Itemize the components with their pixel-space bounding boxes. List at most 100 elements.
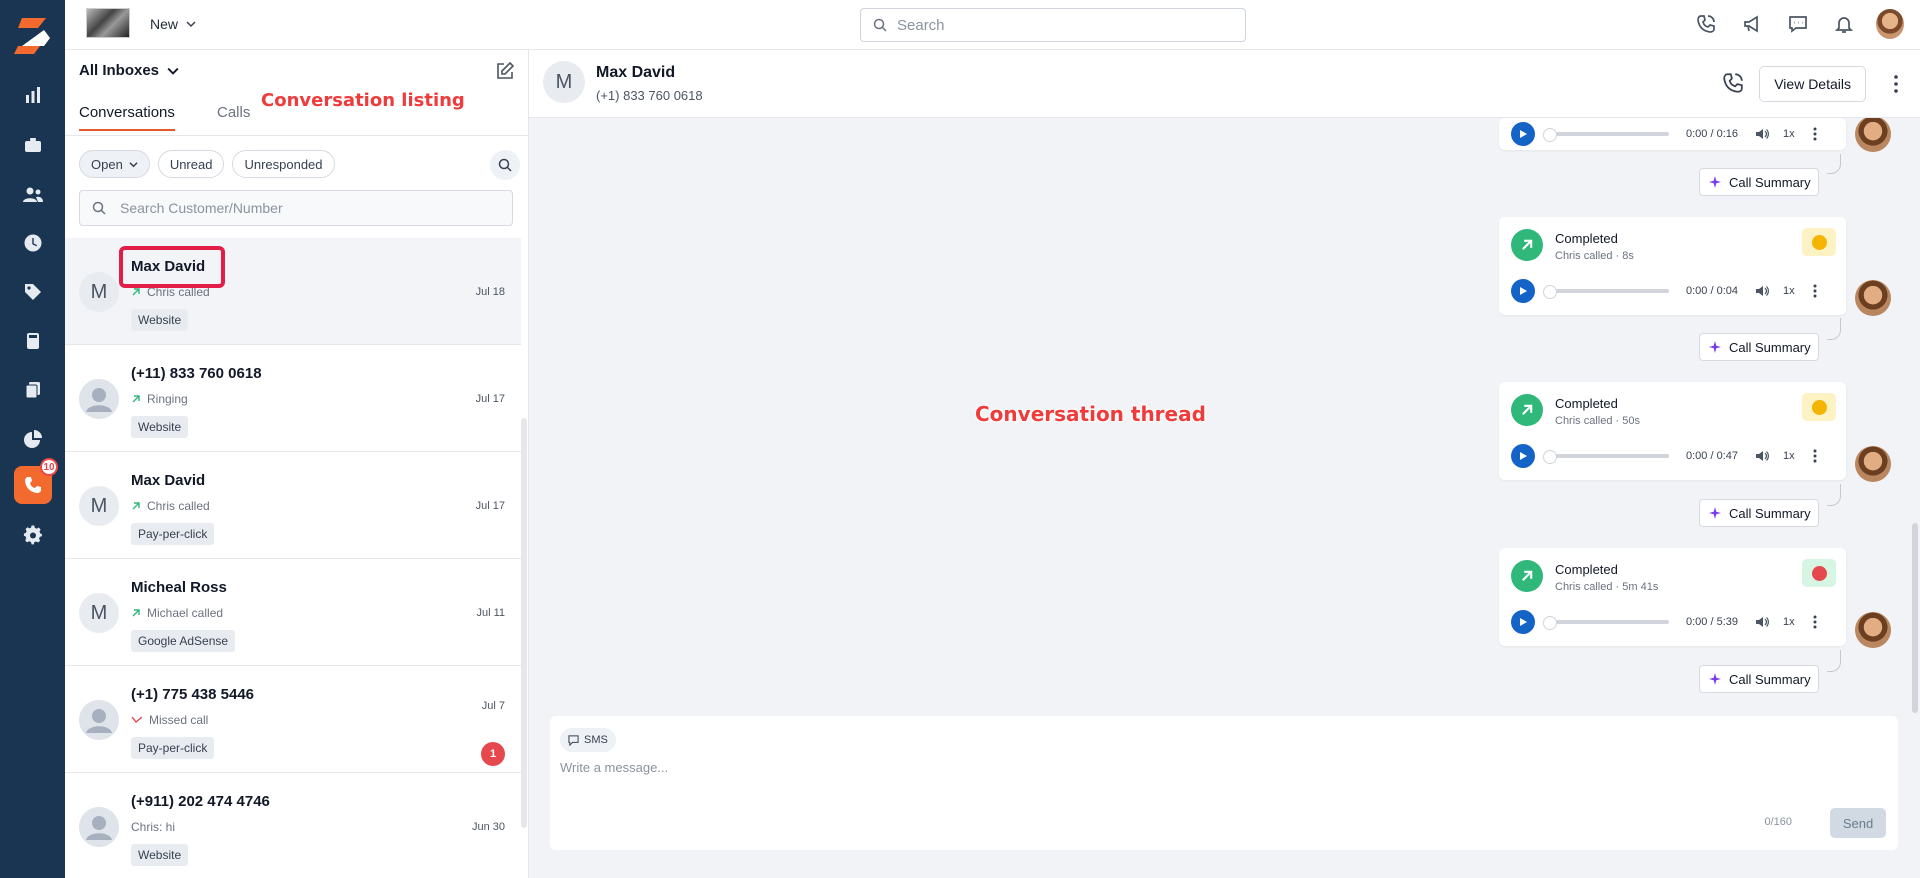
tab-conversations[interactable]: Conversations (79, 104, 175, 131)
megaphone-icon[interactable] (1738, 10, 1766, 38)
compose-edit-icon[interactable] (494, 60, 516, 82)
more-options-icon[interactable] (1813, 127, 1817, 141)
message-input[interactable]: Write a message... (560, 760, 668, 775)
tab-calls[interactable]: Calls (217, 104, 250, 129)
filter-unread[interactable]: Unread (157, 150, 225, 178)
more-options-icon[interactable] (1813, 615, 1817, 629)
last-activity: Michael called (147, 606, 224, 620)
calls-nav-icon[interactable]: 10 (14, 458, 58, 504)
play-button[interactable] (1511, 444, 1535, 468)
tag-icon[interactable] (0, 271, 65, 313)
call-summary-button[interactable]: Call Summary (1699, 333, 1819, 361)
play-button[interactable] (1511, 610, 1535, 634)
volume-icon[interactable] (1754, 126, 1770, 142)
call-summary-button[interactable]: Call Summary (1699, 665, 1819, 693)
outgoing-call-arrow-icon (132, 288, 140, 296)
clock-icon[interactable] (0, 222, 65, 264)
call-summary-label: Call Summary (1729, 505, 1811, 521)
playback-speed[interactable]: 1x (1783, 285, 1795, 297)
audio-time: 0:00 / 5:39 (1686, 616, 1738, 628)
playback-speed[interactable]: 1x (1783, 616, 1795, 628)
conversation-item[interactable]: (+1) 775 438 5446 Missed call Pay-per-cl… (65, 666, 521, 773)
play-button[interactable] (1511, 122, 1535, 146)
missed-call-icon (131, 716, 143, 723)
call-summary-button[interactable]: Call Summary (1699, 168, 1819, 196)
conversation-item[interactable]: M Micheal Ross Michael called Google AdS… (65, 559, 521, 666)
channel-selector[interactable]: SMS (560, 728, 616, 752)
calls-badge: 10 (40, 458, 58, 476)
documents-icon[interactable] (0, 369, 65, 411)
workspace-thumbnail[interactable] (86, 8, 130, 38)
new-button[interactable]: New (150, 16, 196, 32)
sentiment-neutral-icon (1802, 393, 1836, 421)
calculator-icon[interactable] (0, 320, 65, 362)
global-search-input[interactable]: Search (860, 8, 1246, 42)
audio-progress-slider[interactable] (1543, 128, 1669, 142)
chat-icon[interactable] (1784, 10, 1812, 38)
audio-time: 0:00 / 0:16 (1686, 128, 1738, 140)
conversation-thread: Conversation thread 0:00 / 0:16 1x Call … (529, 118, 1920, 708)
call-contact-icon[interactable] (1722, 72, 1744, 94)
call-summary-button[interactable]: Call Summary (1699, 499, 1819, 527)
briefcase-icon[interactable] (0, 124, 65, 166)
inbox-selector[interactable]: All Inboxes (79, 62, 179, 79)
audio-progress-slider[interactable] (1543, 616, 1669, 630)
sparkle-icon (1709, 673, 1721, 685)
list-search-icon[interactable] (490, 150, 520, 180)
user-avatar[interactable] (1876, 9, 1904, 39)
volume-icon[interactable] (1754, 448, 1770, 464)
unread-count-badge: 1 (481, 742, 505, 766)
conversation-item[interactable]: (+911) 202 474 4746 Chris: hi Website Ju… (65, 773, 521, 878)
audio-progress-slider[interactable] (1543, 450, 1669, 464)
filter-unresponded[interactable]: Unresponded (232, 150, 335, 178)
sparkle-icon (1709, 507, 1721, 519)
outgoing-call-icon (1511, 394, 1543, 426)
call-card: Completed Chris called · 50s 0:00 / 0:47… (1499, 382, 1846, 480)
status-filter-open[interactable]: Open (79, 150, 150, 178)
playback-speed[interactable]: 1x (1783, 450, 1795, 462)
last-activity: Ringing (147, 392, 188, 406)
conversation-item[interactable]: M Max David Chris called Website Jul 18 (65, 238, 521, 345)
more-options-icon[interactable] (1813, 284, 1817, 298)
send-button[interactable]: Send (1830, 808, 1886, 838)
thread-scrollbar[interactable] (1912, 523, 1918, 713)
pie-chart-icon[interactable] (0, 418, 65, 460)
audio-time: 0:00 / 0:47 (1686, 450, 1738, 462)
global-search-placeholder: Search (897, 16, 945, 34)
more-options-icon[interactable] (1894, 74, 1898, 94)
volume-icon[interactable] (1754, 283, 1770, 299)
play-button[interactable] (1511, 279, 1535, 303)
app-logo-icon[interactable] (14, 16, 52, 56)
bell-icon[interactable] (1830, 10, 1858, 38)
outgoing-call-arrow-icon (132, 502, 140, 510)
outgoing-call-arrow-icon (132, 609, 140, 617)
reports-icon[interactable] (0, 74, 65, 116)
search-icon (92, 201, 106, 215)
settings-gear-icon[interactable] (0, 514, 65, 556)
call-summary-label: Call Summary (1729, 174, 1811, 190)
volume-icon[interactable] (1754, 614, 1770, 630)
character-counter: 0/160 (1764, 816, 1792, 828)
contact-name: Micheal Ross (131, 579, 227, 596)
audio-player: 0:00 / 5:39 1x (1511, 610, 1834, 634)
call-summary-label: Call Summary (1729, 339, 1811, 355)
agent-avatar (1855, 446, 1891, 482)
view-details-button[interactable]: View Details (1759, 66, 1866, 102)
playback-speed[interactable]: 1x (1783, 128, 1795, 140)
audio-progress-slider[interactable] (1543, 285, 1669, 299)
chevron-down-icon (186, 21, 196, 28)
customer-search-placeholder: Search Customer/Number (120, 200, 283, 216)
phone-icon[interactable] (1692, 10, 1720, 38)
call-status: Completed (1555, 396, 1618, 411)
more-options-icon[interactable] (1813, 449, 1817, 463)
audio-player: 0:00 / 0:04 1x (1511, 279, 1834, 303)
new-button-label: New (150, 16, 179, 32)
customer-search-input[interactable]: Search Customer/Number (79, 190, 513, 226)
top-bar: New Search (65, 0, 1920, 50)
conversation-thread-annotation: Conversation thread (975, 402, 1206, 426)
contacts-icon[interactable] (0, 173, 65, 215)
conversation-item[interactable]: (+11) 833 760 0618 Ringing Website Jul 1… (65, 345, 521, 452)
source-tag: Pay-per-click (131, 737, 215, 759)
conversation-item[interactable]: M Max David Chris called Pay-per-click J… (65, 452, 521, 559)
list-scrollbar[interactable] (521, 418, 527, 828)
